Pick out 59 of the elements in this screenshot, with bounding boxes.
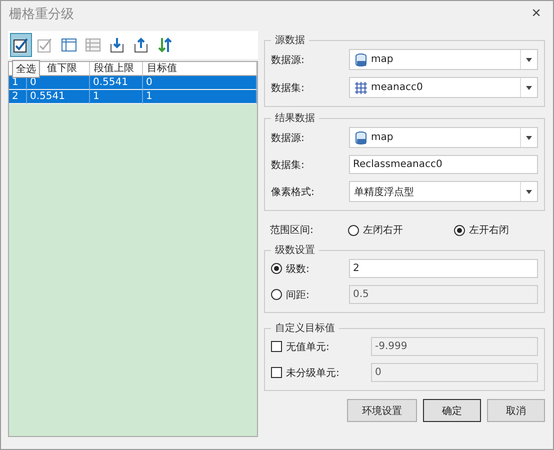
checkbox[interactable]: 无值单元: <box>271 340 330 354</box>
dropdown[interactable]: map <box>349 49 538 70</box>
checkbox-icon <box>37 37 53 53</box>
tooltip: 全选 <box>12 60 40 78</box>
sort-icon <box>157 37 173 53</box>
caret-icon <box>526 136 532 140</box>
dropdown-value: map <box>371 132 394 143</box>
table-icon <box>85 37 101 53</box>
table-icon <box>61 37 77 53</box>
dropdown[interactable]: map <box>349 127 538 148</box>
table-cell: 0.5541 <box>90 76 143 90</box>
field-label: 数据源: <box>271 132 306 144</box>
import-icon <box>109 37 125 53</box>
table-cell: 0 <box>27 76 90 90</box>
dropdown-value: meanacc0 <box>371 82 423 93</box>
caret-icon <box>526 86 532 90</box>
field-label: 数据集: <box>271 82 306 94</box>
input-field[interactable]: -9.999 <box>371 337 538 356</box>
radio-button[interactable]: 间距: <box>271 288 310 302</box>
radio-button[interactable]: 左开右闭 <box>454 223 509 237</box>
radio-button[interactable]: 级数: <box>271 262 310 276</box>
caret-icon <box>526 190 532 194</box>
column-header[interactable]: 目标值 <box>143 62 257 76</box>
input-field[interactable]: Reclassmeanacc0 <box>349 155 538 174</box>
database-icon <box>354 130 368 144</box>
field-label: 数据源: <box>271 54 306 66</box>
dialog-button[interactable]: 环境设置 <box>347 399 417 422</box>
dropdown[interactable]: 单精度浮点型 <box>349 181 538 202</box>
radio-button[interactable]: 左闭右开 <box>348 223 403 237</box>
dialog-button[interactable]: 取消 <box>487 399 545 422</box>
dropdown-value: 单精度浮点型 <box>354 186 414 198</box>
database-icon <box>354 52 368 66</box>
dropdown-value: map <box>371 54 394 65</box>
field-label: 范围区间: <box>270 224 314 237</box>
group-title: 源数据 <box>274 34 306 47</box>
input-field[interactable]: 0 <box>371 363 538 382</box>
input-field[interactable]: 0.5 <box>349 285 538 304</box>
field-label: 数据集: <box>271 158 306 172</box>
table-cell: 0.5541 <box>27 90 90 104</box>
close-button[interactable]: × <box>528 5 545 23</box>
input-field[interactable]: 2 <box>349 259 538 278</box>
field-label: 像素格式: <box>271 186 316 198</box>
table-cell: 1 <box>90 90 143 104</box>
toolbar-button[interactable] <box>10 33 32 57</box>
caret-icon <box>526 58 532 62</box>
table-cell: 2 <box>9 90 27 104</box>
dropdown[interactable]: meanacc0 <box>349 77 538 98</box>
group-title: 级数设置 <box>274 244 316 257</box>
checkbox[interactable]: 未分级单元: <box>271 366 340 380</box>
checkbox-icon <box>13 37 29 53</box>
grid-icon <box>354 80 368 94</box>
export-icon <box>133 37 149 53</box>
dialog-button[interactable]: 确定 <box>423 399 481 422</box>
group-title: 结果数据 <box>274 112 316 125</box>
group-title: 自定义目标值 <box>274 322 336 335</box>
table-cell: 1 <box>143 90 257 104</box>
window-title: 栅格重分级 <box>9 6 74 23</box>
column-header[interactable]: 段值上限 <box>90 62 143 76</box>
table-cell: 0 <box>143 76 257 90</box>
